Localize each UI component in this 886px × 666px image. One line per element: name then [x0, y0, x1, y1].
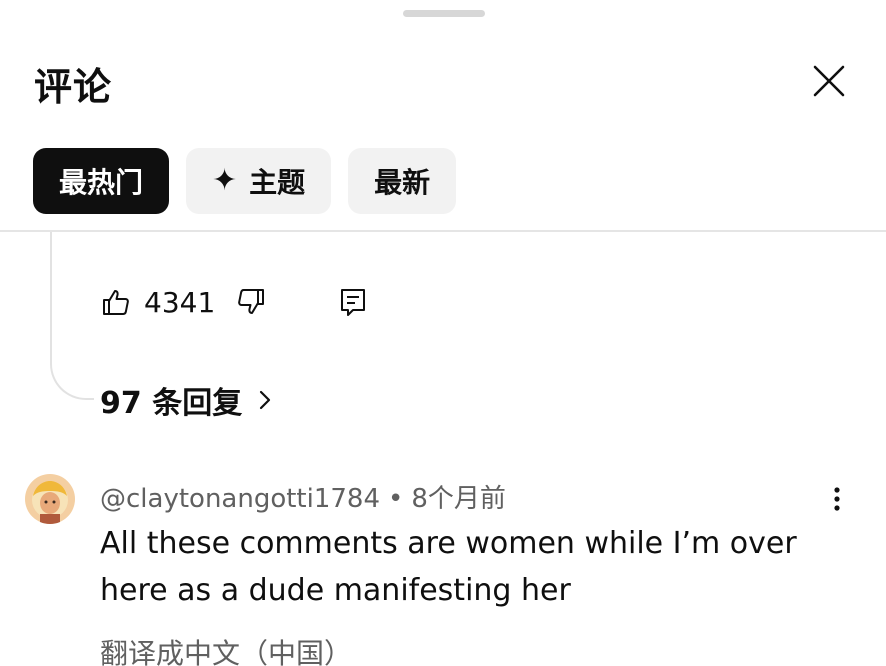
view-replies-button[interactable]: 97 条回复	[100, 378, 278, 422]
close-button[interactable]	[808, 60, 850, 102]
avatar[interactable]	[25, 474, 75, 524]
tab-top-label: 最热门	[59, 166, 144, 199]
drag-handle[interactable]	[403, 10, 485, 17]
like-count: 4341	[144, 285, 216, 319]
comment-meta: @claytonangotti1784 • 8个月前	[100, 478, 506, 515]
sort-tabs: 最热门 ✦ 主题 最新	[33, 148, 457, 214]
tab-top[interactable]: 最热门	[33, 148, 170, 214]
tab-topics-label: 主题	[249, 166, 306, 199]
thumbs-down-icon	[238, 289, 265, 314]
comment-time: 8个月前	[411, 484, 506, 514]
tab-newest-label: 最新	[374, 166, 431, 199]
meta-separator: •	[388, 484, 404, 514]
reply-thread-line	[50, 232, 94, 400]
panel-title: 评论	[34, 65, 113, 109]
like-button[interactable]	[100, 286, 132, 318]
sparkle-icon: ✦	[212, 163, 238, 198]
more-vertical-icon	[834, 487, 840, 511]
dislike-button[interactable]	[235, 286, 267, 318]
comment-text: All these comments are women while I’m o…	[100, 526, 797, 608]
thumbs-up-icon	[103, 290, 129, 315]
comment-author[interactable]: @claytonangotti1784	[100, 484, 380, 514]
close-icon	[813, 65, 845, 97]
chevron-right-icon	[260, 390, 271, 410]
replies-count-label: 97 条回复	[100, 386, 243, 421]
more-options-button[interactable]	[822, 484, 852, 514]
header-divider	[0, 230, 886, 232]
comment-actions: 4341	[100, 280, 369, 324]
tab-topics[interactable]: ✦ 主题	[186, 148, 332, 214]
user-avatar-image	[25, 474, 75, 524]
reply-comment-icon	[341, 289, 366, 316]
reply-button[interactable]	[337, 286, 369, 318]
tab-newest[interactable]: 最新	[348, 148, 457, 214]
translate-link[interactable]: 翻译成中文（中国）	[100, 632, 352, 666]
